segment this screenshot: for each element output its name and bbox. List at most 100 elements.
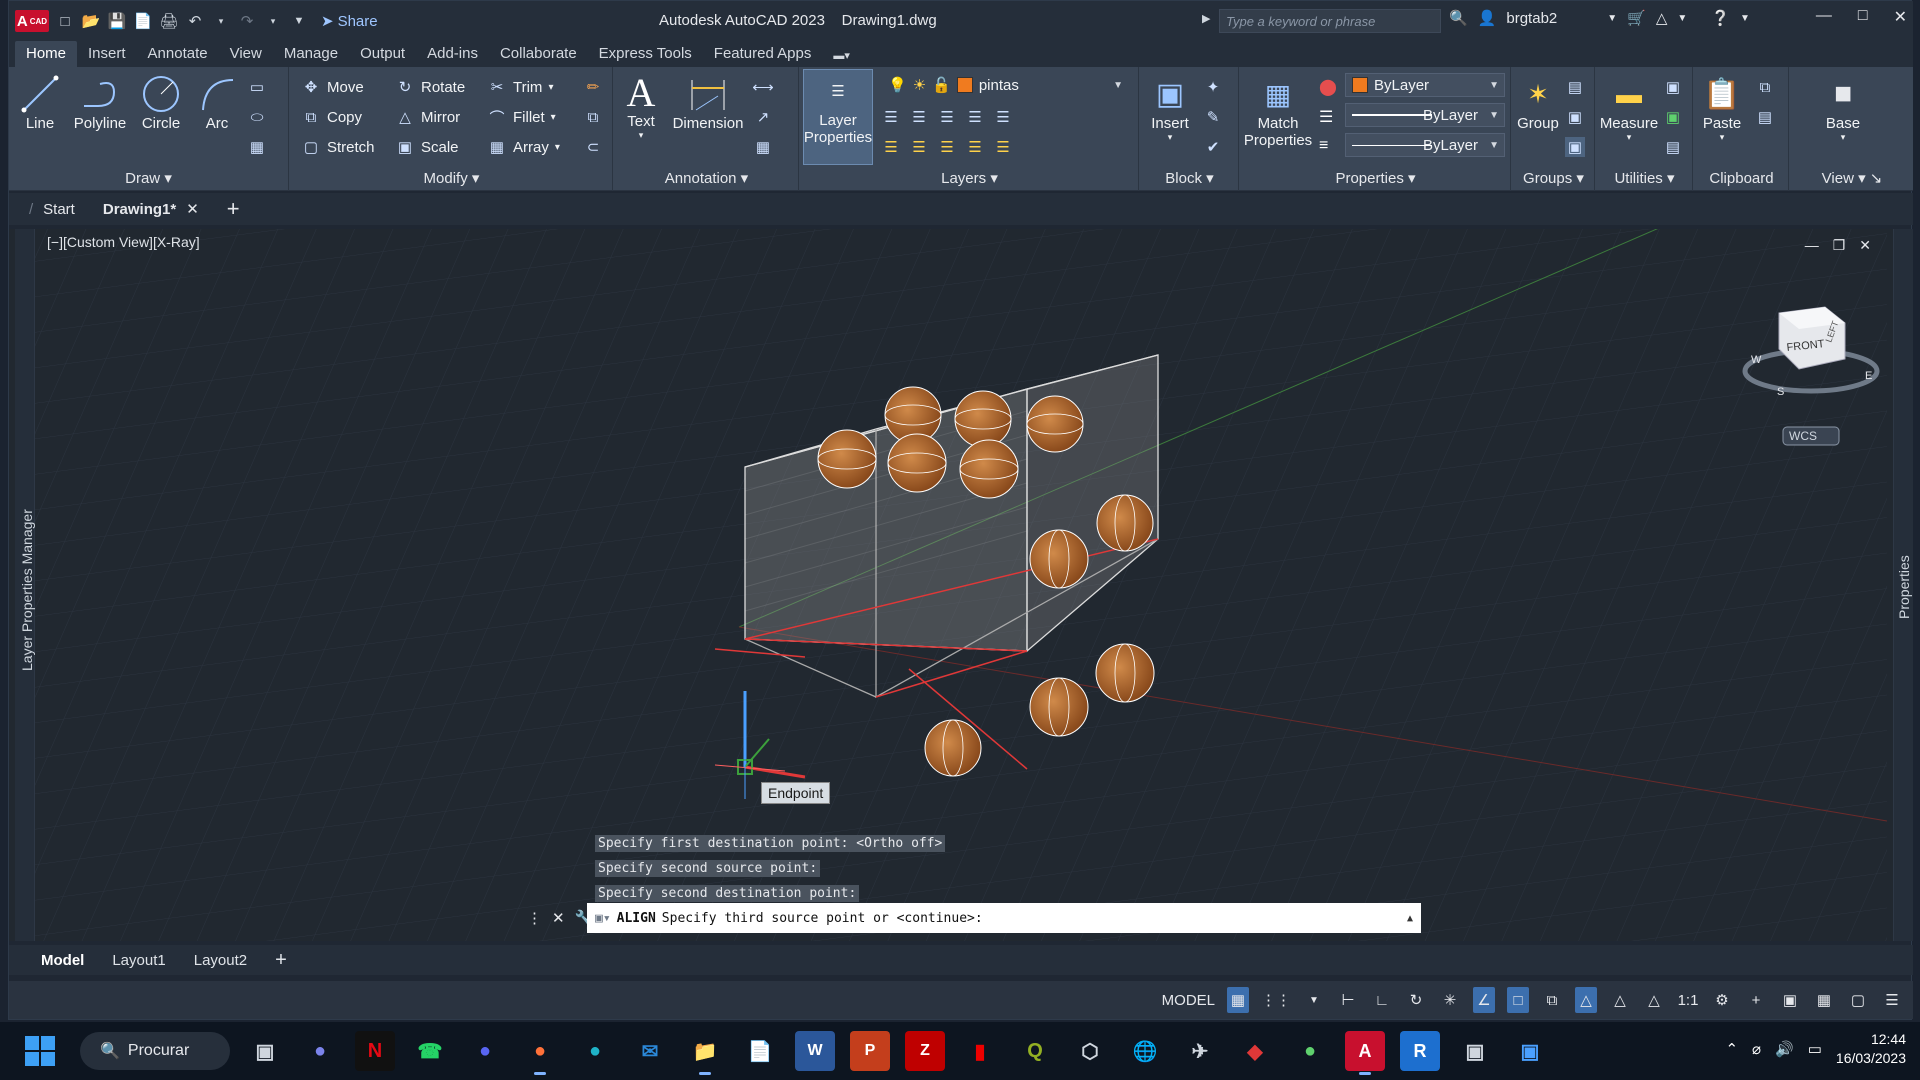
color-dropdown[interactable]: ByLayer ▼ [1345, 73, 1505, 97]
group-selection-button[interactable]: ▣ [1565, 135, 1585, 159]
layer-tool-1-icon[interactable]: ☰ [881, 107, 901, 127]
taskbar-search[interactable]: 🔍 Procurar [80, 1032, 230, 1070]
model-space-button[interactable]: MODEL [1162, 987, 1215, 1013]
units-icon[interactable]: ▣ [1779, 987, 1801, 1013]
command-prompt-icon[interactable]: ▣▾ [595, 911, 611, 926]
quick-select-button[interactable]: ▣ [1663, 75, 1683, 99]
layer-tool-4-icon[interactable]: ☰ [965, 107, 985, 127]
powerpoint-icon[interactable]: P [850, 1031, 890, 1071]
leader-button[interactable]: ↗ [753, 105, 773, 129]
polyline-button[interactable]: Polyline [69, 73, 131, 132]
layer-tool-6-icon[interactable]: ☰ [881, 137, 901, 157]
layer-dropdown[interactable]: 💡 ☀ 🔓 pintas ▼ [881, 73, 1129, 97]
autodesk-app-icon[interactable]: △ [1656, 9, 1668, 27]
annotation-visibility-icon[interactable]: △ [1575, 987, 1597, 1013]
circle-button[interactable]: Circle [137, 73, 185, 132]
tab-output[interactable]: Output [349, 41, 416, 67]
snap-mode-icon[interactable]: ⋮⋮ [1261, 987, 1291, 1013]
customize-qa-icon[interactable]: ▼ [289, 11, 309, 31]
notepad-icon[interactable]: 📄 [740, 1031, 780, 1071]
command-cancel-icon[interactable]: ✕ [552, 909, 565, 927]
pip[interactable] [1026, 395, 1084, 453]
annotation-scale-icon[interactable]: △ [1643, 987, 1665, 1013]
match-properties-button[interactable]: ▦ Match Properties [1243, 73, 1313, 150]
whatsapp-icon[interactable]: ☎ [410, 1031, 450, 1071]
autocad-taskbar-icon[interactable]: A [1345, 1031, 1385, 1075]
layer-properties-manager-palette[interactable]: Layer Properties Manager [15, 229, 35, 941]
dimension-button[interactable]: Dimension [671, 73, 745, 132]
measure-button[interactable]: ▬ Measure ▾ [1599, 73, 1659, 143]
share-button[interactable]: ➤ Share [321, 12, 378, 31]
redo-icon[interactable]: ↷ [237, 11, 257, 31]
view-panel-title[interactable]: View ▾ ↘ [1791, 167, 1913, 191]
command-grip-icon[interactable]: ⋮ [527, 909, 542, 927]
tab-model[interactable]: Model [27, 952, 98, 969]
add-layout-button[interactable]: + [261, 949, 301, 972]
netflix-icon[interactable]: N [355, 1031, 395, 1071]
create-block-button[interactable]: ✦ [1203, 75, 1223, 99]
arc-button[interactable]: Arc [195, 73, 239, 132]
tab-manage[interactable]: Manage [273, 41, 349, 67]
array-button[interactable]: ▦ Array ▾ [487, 135, 560, 159]
rectangle-button[interactable]: ▭ [247, 75, 267, 99]
undo-icon[interactable]: ↶ [185, 11, 205, 31]
drawing-tab[interactable]: Drawing1* ✕ [89, 200, 213, 219]
viewport-restore-icon[interactable]: ❐ [1833, 237, 1846, 254]
user-name[interactable]: brgtab2 [1506, 10, 1557, 27]
polar-tracking-icon[interactable]: ↻ [1405, 987, 1427, 1013]
tab-collaborate[interactable]: Collaborate [489, 41, 588, 67]
autodesk-app-dropdown-icon[interactable]: ▼ [1677, 13, 1687, 24]
customize-statusbar-icon[interactable]: ☰ [1881, 987, 1903, 1013]
search-icon[interactable]: 🔍 [1449, 9, 1468, 27]
cut-clip-button[interactable]: ▤ [1755, 105, 1775, 129]
edit-block-button[interactable]: ✎ [1203, 105, 1223, 129]
select-all-button[interactable]: ▣ [1663, 105, 1683, 129]
teams-chat-icon[interactable]: ● [300, 1031, 340, 1071]
group-button[interactable]: ✶ Group [1515, 73, 1561, 133]
compass-w[interactable]: W [1751, 354, 1762, 366]
new-tab-button[interactable]: + [213, 196, 254, 222]
viewport-minimize-icon[interactable]: — [1805, 237, 1819, 254]
expand-search-icon[interactable]: ▶ [1202, 12, 1210, 25]
photos-icon[interactable]: ▣ [1510, 1031, 1550, 1071]
draw-panel-title[interactable]: Draw ▾ [9, 167, 288, 191]
linetype-dropdown[interactable]: ByLayer ▼ [1345, 133, 1505, 157]
ortho-mode-icon[interactable]: ∟ [1371, 987, 1393, 1013]
revit-icon[interactable]: ◆ [1235, 1031, 1275, 1071]
array-dropdown-icon[interactable]: ▾ [555, 142, 560, 153]
save-as-icon[interactable]: 📄 [133, 11, 153, 31]
viewport-controls[interactable]: [−][Custom View][X-Ray] [47, 234, 200, 250]
line-button[interactable]: Line [17, 73, 63, 132]
tab-layout2[interactable]: Layout2 [180, 952, 261, 969]
ellipse-button[interactable]: ⬭ [247, 105, 267, 129]
pip[interactable] [954, 390, 1012, 448]
pip[interactable] [817, 429, 877, 489]
calculator-button[interactable]: ▤ [1663, 135, 1683, 159]
pip[interactable] [1096, 494, 1154, 552]
file-explorer-icon[interactable]: 📁 [685, 1031, 725, 1075]
word-icon[interactable]: W [795, 1031, 835, 1071]
user-dropdown-icon[interactable]: ▼ [1607, 13, 1617, 24]
measure-dropdown-icon[interactable]: ▾ [1627, 132, 1632, 143]
layer-properties-button[interactable]: ☰ Layer Properties [803, 69, 873, 165]
infer-constraints-icon[interactable]: ⊢ [1337, 987, 1359, 1013]
copy-clip-button[interactable]: ⧉ [1755, 75, 1775, 99]
trim-button[interactable]: ✂ Trim ▾ [487, 75, 554, 99]
stretch-button[interactable]: ▢ Stretch [301, 135, 375, 159]
workspace-gear-icon[interactable]: ⚙ [1711, 987, 1733, 1013]
help-dropdown-icon[interactable]: ▼ [1740, 13, 1750, 24]
mail-icon[interactable]: ✉ [630, 1031, 670, 1071]
table-button[interactable]: ▦ [753, 135, 773, 159]
block-attribute-button[interactable]: ✔ [1203, 135, 1223, 159]
volume-icon[interactable]: 🔊 [1775, 1040, 1794, 1058]
new-file-icon[interactable]: □ [55, 11, 75, 31]
undo-dropdown-icon[interactable]: ▾ [211, 11, 231, 31]
globe-app-icon[interactable]: 🌐 [1125, 1031, 1165, 1071]
object-snap-icon[interactable]: □ [1507, 987, 1529, 1013]
search-input[interactable]: Type a keyword or phrase [1219, 9, 1441, 33]
lineweight-dropdown[interactable]: ByLayer ▼ [1345, 103, 1505, 127]
task-view-icon[interactable]: ▣ [245, 1031, 285, 1071]
start-tab[interactable]: / Start [9, 201, 89, 218]
revit-r-icon[interactable]: R [1400, 1031, 1440, 1071]
filezilla-icon[interactable]: Z [905, 1031, 945, 1071]
